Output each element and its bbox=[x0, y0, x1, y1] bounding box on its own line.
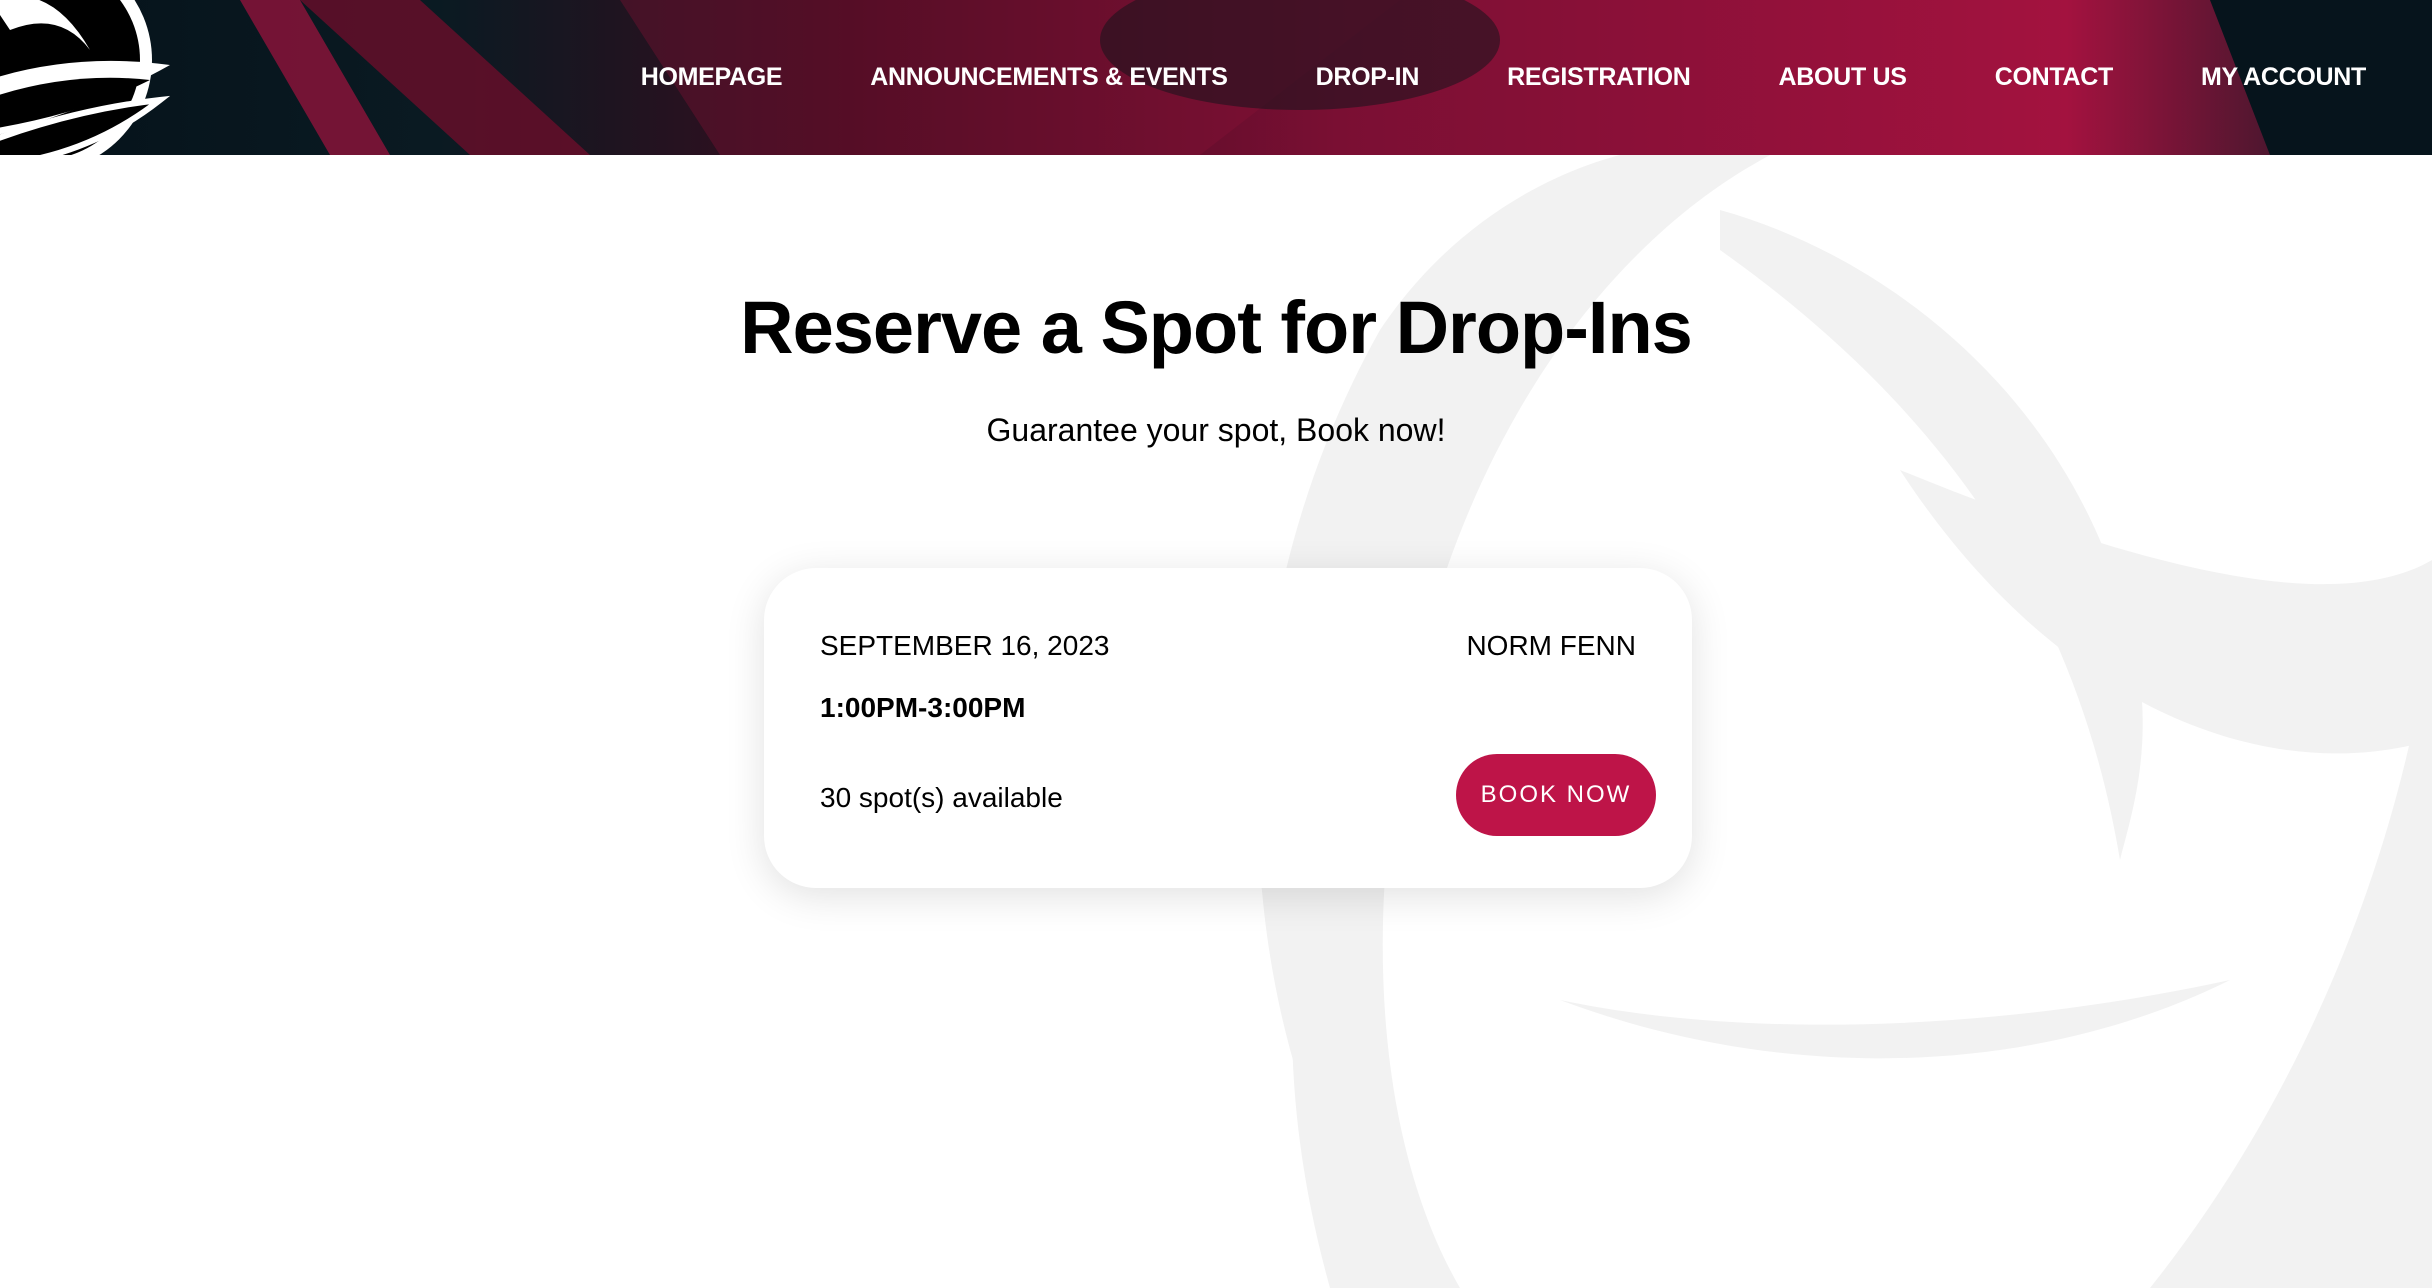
nav-about-us[interactable]: ABOUT US bbox=[1779, 63, 1907, 92]
session-spots-available: 30 spot(s) available bbox=[820, 782, 1063, 813]
page-subtitle: Guarantee your spot, Book now! bbox=[986, 412, 1446, 448]
session-time: 1:00PM-3:00PM bbox=[820, 692, 1026, 723]
session-location: NORM FENN bbox=[1466, 630, 1636, 661]
club-logo-icon[interactable] bbox=[0, 0, 190, 155]
page-title: Reserve a Spot for Drop-Ins bbox=[740, 286, 1693, 369]
nav-announcements-events[interactable]: ANNOUNCEMENTS & EVENTS bbox=[870, 63, 1228, 92]
main-nav: HOMEPAGE ANNOUNCEMENTS & EVENTS DROP-IN … bbox=[553, 0, 2432, 155]
session-date: SEPTEMBER 16, 2023 bbox=[820, 630, 1110, 661]
nav-my-account[interactable]: MY ACCOUNT bbox=[2201, 63, 2366, 92]
site-header: HOMEPAGE ANNOUNCEMENTS & EVENTS DROP-IN … bbox=[0, 0, 2432, 155]
book-now-button[interactable]: BOOK NOW bbox=[1456, 754, 1656, 836]
nav-contact[interactable]: CONTACT bbox=[1995, 63, 2114, 92]
nav-drop-in[interactable]: DROP-IN bbox=[1316, 63, 1420, 92]
nav-homepage[interactable]: HOMEPAGE bbox=[641, 63, 783, 92]
nav-registration[interactable]: REGISTRATION bbox=[1507, 63, 1691, 92]
drop-in-session-card: SEPTEMBER 16, 2023 NORM FENN 1:00PM-3:00… bbox=[764, 568, 1692, 888]
